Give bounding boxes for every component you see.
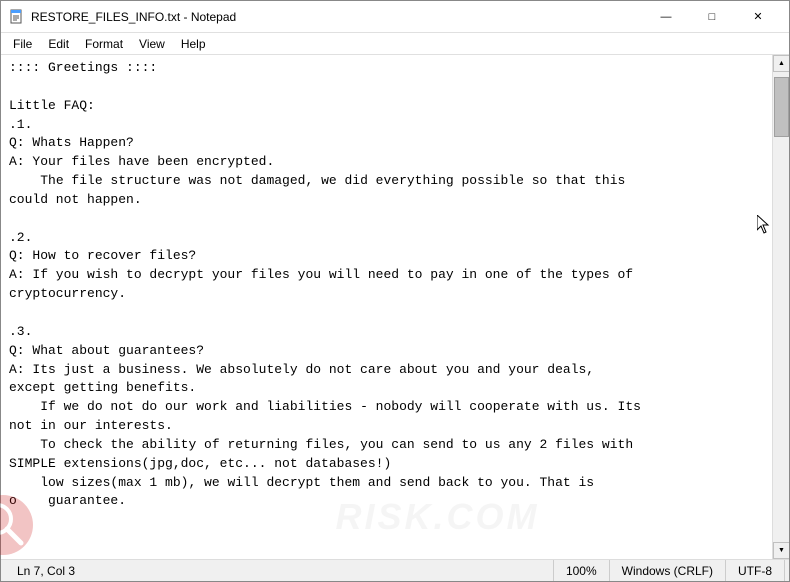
maximize-button[interactable]: □ — [689, 1, 735, 33]
status-line-ending: Windows (CRLF) — [610, 560, 726, 581]
scroll-down-button[interactable]: ▼ — [773, 542, 789, 559]
close-button[interactable]: ✕ — [735, 1, 781, 33]
menu-file[interactable]: File — [5, 35, 40, 53]
menu-help[interactable]: Help — [173, 35, 214, 53]
text-editor[interactable] — [1, 55, 772, 559]
status-zoom: 100% — [554, 560, 610, 581]
status-encoding: UTF-8 — [726, 560, 785, 581]
scroll-track[interactable] — [773, 72, 789, 542]
title-bar: RESTORE_FILES_INFO.txt - Notepad — □ ✕ — [1, 1, 789, 33]
menu-edit[interactable]: Edit — [40, 35, 77, 53]
menu-view[interactable]: View — [131, 35, 173, 53]
scrollbar[interactable]: ▲ ▼ — [772, 55, 789, 559]
editor-area: ▲ ▼ — [1, 55, 789, 559]
window-title: RESTORE_FILES_INFO.txt - Notepad — [31, 10, 643, 24]
status-bar: Ln 7, Col 3 100% Windows (CRLF) UTF-8 — [1, 559, 789, 581]
app-icon — [9, 9, 25, 25]
scroll-thumb[interactable] — [774, 77, 789, 137]
scroll-up-button[interactable]: ▲ — [773, 55, 789, 72]
menu-bar: File Edit Format View Help — [1, 33, 789, 55]
status-position: Ln 7, Col 3 — [5, 560, 554, 581]
minimize-button[interactable]: — — [643, 1, 689, 33]
menu-format[interactable]: Format — [77, 35, 131, 53]
notepad-window: RESTORE_FILES_INFO.txt - Notepad — □ ✕ F… — [0, 0, 790, 582]
window-controls: — □ ✕ — [643, 1, 781, 33]
